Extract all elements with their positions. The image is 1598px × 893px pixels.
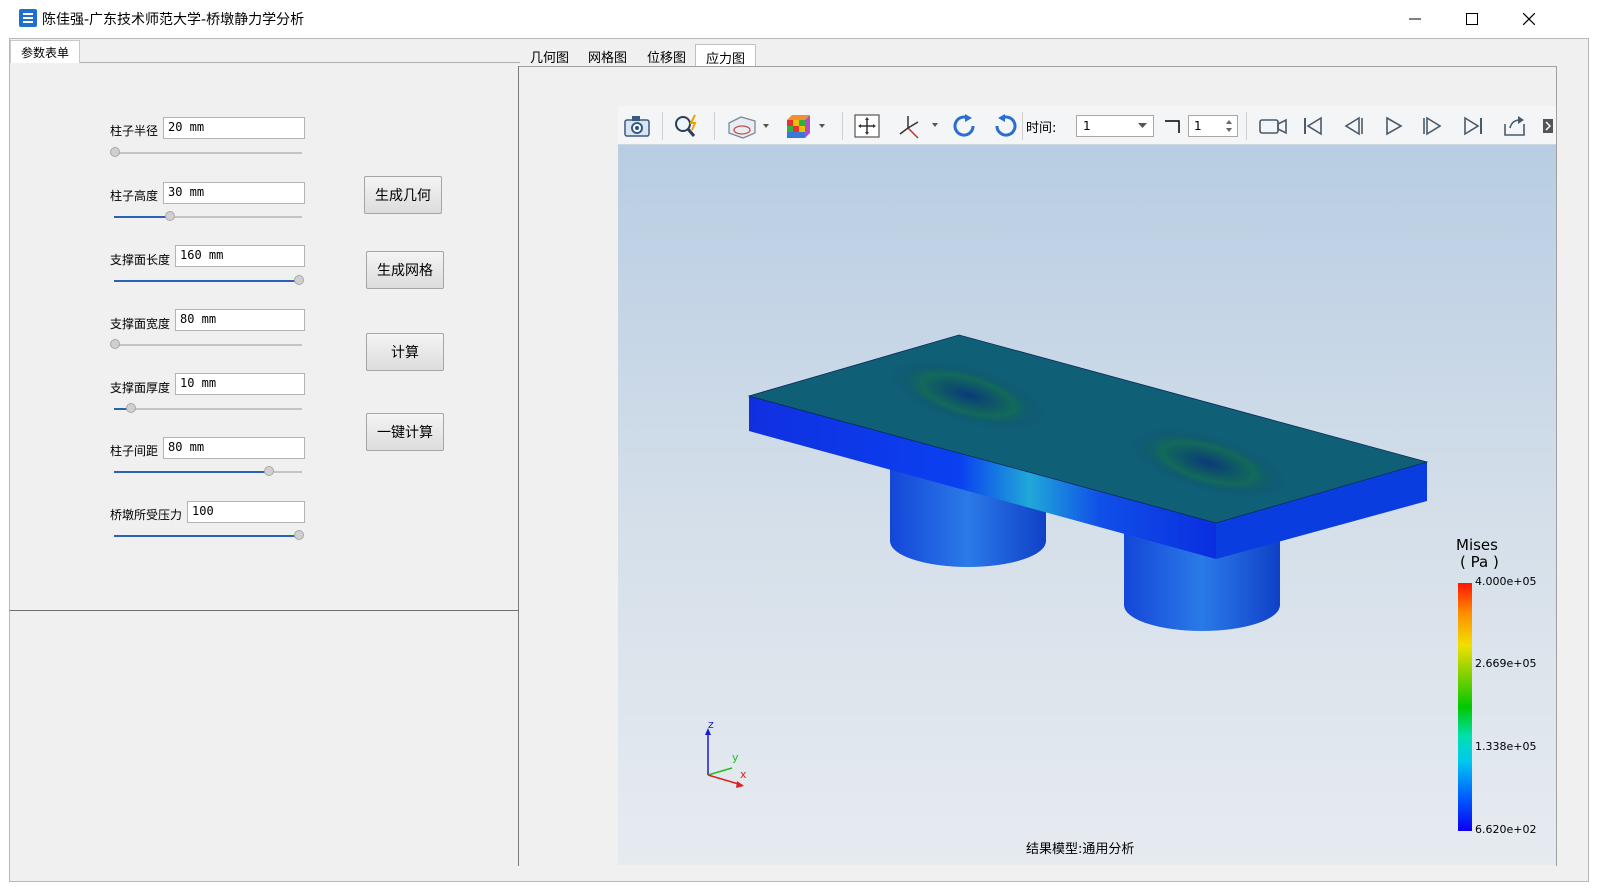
time-select[interactable]: 1 bbox=[1076, 115, 1154, 137]
legend-value-3: 1.338e+05 bbox=[1475, 740, 1537, 753]
deck-length-slider-thumb[interactable] bbox=[294, 275, 304, 285]
deck-width-input[interactable]: 80 mm bbox=[175, 309, 305, 331]
deck-thickness-slider-thumb[interactable] bbox=[126, 403, 136, 413]
param-label-deck-length: 支撑面长度 bbox=[110, 253, 171, 267]
legend-title-line1: Mises bbox=[1456, 536, 1498, 554]
display-mode-icon[interactable] bbox=[724, 112, 772, 140]
vertical-splitter[interactable] bbox=[518, 66, 519, 866]
legend-value-min: 6.620e+02 bbox=[1475, 823, 1537, 836]
legend-value-max: 4.000e+05 bbox=[1475, 575, 1537, 588]
step-spinbox[interactable]: 1 bbox=[1188, 115, 1238, 137]
export-icon[interactable] bbox=[1500, 112, 1530, 140]
3d-viewport[interactable]: z y x bbox=[618, 145, 1556, 865]
output-panel bbox=[10, 611, 518, 865]
param-label-column-height: 柱子高度 bbox=[110, 189, 159, 203]
column-radius-slider-thumb[interactable] bbox=[110, 147, 120, 157]
tab-underline bbox=[80, 62, 520, 63]
toolbar-separator bbox=[1022, 112, 1023, 140]
deck-width-slider-thumb[interactable] bbox=[110, 339, 120, 349]
axis-y-label: y bbox=[732, 751, 739, 764]
spin-arrows-icon[interactable] bbox=[1225, 119, 1233, 133]
tab-geometry[interactable]: 几何图 bbox=[520, 44, 579, 66]
param-label-pier-pressure: 桥墩所受压力 bbox=[110, 508, 183, 522]
color-cube-icon[interactable] bbox=[782, 112, 830, 140]
time-label: 时间: bbox=[1026, 121, 1057, 136]
legend-title-line2: ( Pa ) bbox=[1460, 553, 1499, 571]
compute-button[interactable]: 计算 bbox=[366, 333, 444, 371]
param-label-deck-width: 支撑面宽度 bbox=[110, 317, 171, 331]
rotate-ccw-icon[interactable] bbox=[990, 112, 1020, 140]
rotate-cw-icon[interactable] bbox=[950, 112, 980, 140]
toolbar-separator bbox=[662, 112, 663, 140]
toolbar-separator bbox=[842, 112, 843, 140]
close-button[interactable] bbox=[1500, 0, 1558, 38]
chevron-down-icon bbox=[1138, 123, 1147, 128]
tab-stress[interactable]: 应力图 bbox=[695, 44, 757, 67]
generate-geometry-button[interactable]: 生成几何 bbox=[364, 176, 442, 214]
last-frame-icon[interactable] bbox=[1458, 112, 1488, 140]
legend-value-2: 2.669e+05 bbox=[1475, 657, 1537, 670]
column-height-input[interactable]: 30 mm bbox=[163, 182, 305, 204]
tab-param-form[interactable]: 参数表单 bbox=[10, 40, 80, 63]
legend-color-bar bbox=[1458, 583, 1472, 831]
pier-pressure-input[interactable]: 100 bbox=[187, 501, 305, 523]
column-height-slider-thumb[interactable] bbox=[165, 211, 175, 221]
column-radius-slider[interactable] bbox=[114, 152, 302, 154]
pane-top-border bbox=[519, 66, 1557, 67]
close-icon bbox=[1523, 13, 1535, 25]
next-frame-icon[interactable] bbox=[1418, 112, 1448, 140]
fit-view-icon[interactable] bbox=[852, 112, 882, 140]
column-height-slider-fill bbox=[114, 216, 170, 218]
column-spacing-slider-fill bbox=[114, 471, 269, 473]
result-model-status: 结果模型:通用分析 bbox=[1026, 842, 1135, 857]
pier-pressure-slider-fill bbox=[114, 535, 299, 537]
toolbar-separator bbox=[1246, 112, 1247, 140]
app-icon bbox=[18, 8, 38, 28]
param-label-column-spacing: 柱子间距 bbox=[110, 444, 159, 458]
step-value: 1 bbox=[1194, 119, 1202, 133]
pier-pressure-slider-thumb[interactable] bbox=[294, 530, 304, 540]
axis-triad: z y x bbox=[705, 720, 747, 788]
generate-mesh-button[interactable]: 生成网格 bbox=[366, 251, 444, 289]
one-click-compute-button[interactable]: 一键计算 bbox=[366, 413, 444, 451]
column-spacing-slider-thumb[interactable] bbox=[264, 466, 274, 476]
axis-triad-icon[interactable] bbox=[895, 112, 943, 140]
play-icon[interactable] bbox=[1378, 112, 1408, 140]
deck-length-slider-fill bbox=[114, 280, 299, 282]
maximize-icon bbox=[1466, 13, 1478, 25]
window-title: 陈佳强-广东技术师范大学-桥墩静力学分析 bbox=[42, 12, 305, 28]
record-video-icon[interactable] bbox=[1258, 112, 1288, 140]
maximize-button[interactable] bbox=[1443, 0, 1501, 38]
tab-mesh[interactable]: 网格图 bbox=[578, 44, 637, 66]
pane-right-border bbox=[1556, 66, 1557, 866]
deck-length-input[interactable]: 160 mm bbox=[175, 245, 305, 267]
minimize-icon bbox=[1409, 18, 1421, 20]
zoom-icon[interactable] bbox=[672, 112, 702, 140]
param-label-column-radius: 柱子半径 bbox=[110, 124, 159, 138]
tab-displacement[interactable]: 位移图 bbox=[637, 44, 696, 66]
toolbar-overflow-icon[interactable] bbox=[1542, 116, 1554, 140]
column-spacing-input[interactable]: 80 mm bbox=[163, 437, 305, 459]
minimize-button[interactable] bbox=[1386, 0, 1444, 38]
deck-width-slider[interactable] bbox=[114, 344, 302, 346]
first-frame-icon[interactable] bbox=[1298, 112, 1328, 140]
deck-thickness-slider[interactable] bbox=[114, 408, 302, 410]
prev-frame-icon[interactable] bbox=[1338, 112, 1368, 140]
time-select-value: 1 bbox=[1083, 119, 1091, 133]
camera-icon[interactable] bbox=[622, 112, 652, 140]
step-icon bbox=[1163, 117, 1183, 139]
legend-title: Mises ( Pa ) bbox=[1456, 537, 1499, 571]
param-label-deck-thickness: 支撑面厚度 bbox=[110, 381, 171, 395]
deck-thickness-input[interactable]: 10 mm bbox=[175, 373, 305, 395]
column-radius-input[interactable]: 20 mm bbox=[163, 117, 305, 139]
axis-z-label: z bbox=[708, 720, 714, 731]
toolbar-separator bbox=[714, 112, 715, 140]
axis-x-label: x bbox=[740, 768, 747, 781]
